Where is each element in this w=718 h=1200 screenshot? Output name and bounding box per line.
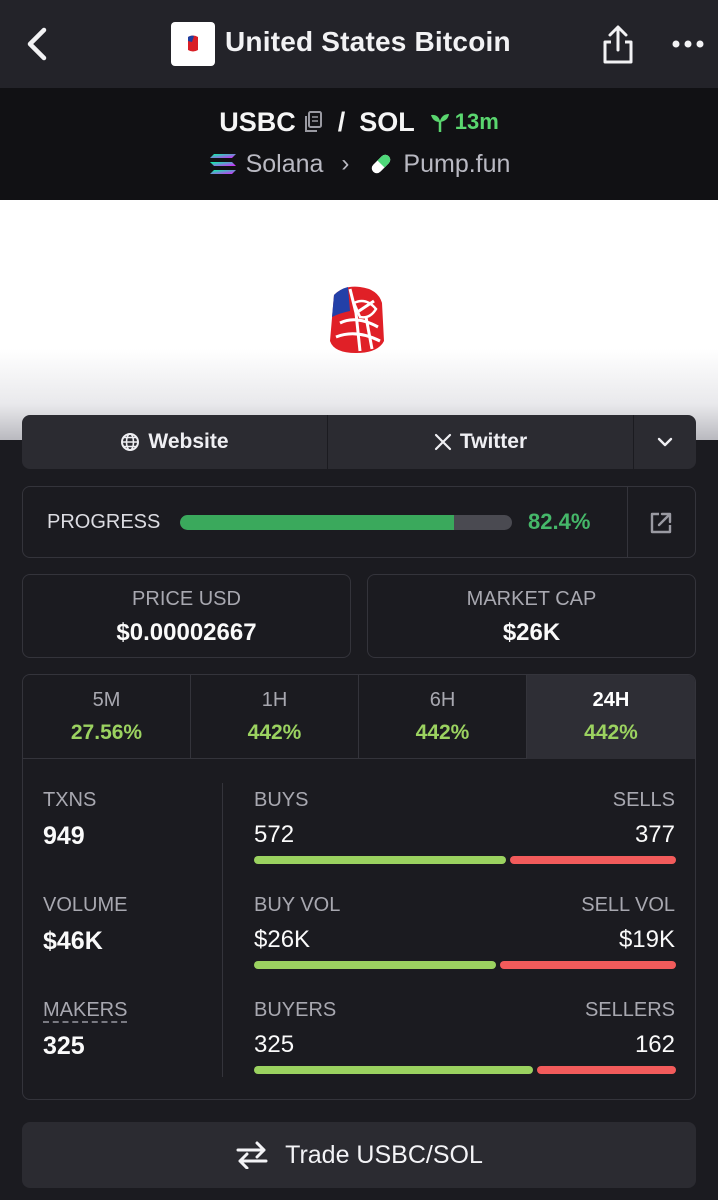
globe-icon: [121, 433, 140, 451]
website-button[interactable]: Website: [22, 415, 328, 469]
tab-24h[interactable]: 24H 442%: [527, 675, 695, 759]
sellers-label: SELLERS: [584, 999, 675, 1021]
dex-name[interactable]: Pump.fun: [403, 150, 510, 179]
market-cap-label: MARKET CAP: [466, 588, 597, 610]
sprout-icon: [430, 114, 449, 132]
token-banner-logo: [330, 286, 384, 353]
buyers-label: BUYERS: [254, 999, 337, 1021]
top-bar: United States Bitcoin: [0, 0, 718, 88]
token-logo-icon: [188, 35, 198, 52]
txns-label: TXNS: [43, 789, 97, 811]
share-icon: [603, 25, 633, 64]
sellers-value: 162: [634, 1031, 675, 1058]
more-links-dropdown[interactable]: [634, 415, 696, 469]
external-link-button[interactable]: [647, 509, 675, 537]
more-dots-icon: [672, 40, 704, 48]
sellers-bar-segment: [537, 1066, 676, 1074]
sell-vol-bar-segment: [500, 961, 676, 969]
sells-label: SELLS: [612, 789, 675, 811]
progress-divider: [627, 487, 628, 557]
market-cap-value: $26K: [502, 619, 561, 646]
txns-value: 949: [43, 822, 85, 850]
pair-age-text: 13m: [454, 109, 499, 134]
tab-label: 1H: [261, 689, 288, 711]
timeframe-tabs: 5M 27.56% 1H 442% 6H 442% 24H 442%: [23, 675, 695, 759]
buy-vol-value: $26K: [254, 926, 311, 953]
twitter-label: Twitter: [459, 430, 528, 453]
progress-value: 82.4%: [528, 509, 591, 534]
tab-change: 442%: [415, 721, 470, 744]
sells-value: 377: [634, 821, 675, 848]
chevron-right-icon: ›: [341, 150, 350, 177]
buys-label: BUYS: [254, 789, 309, 811]
chevron-left-icon: [27, 27, 47, 61]
sell-vol-label: SELL VOL: [581, 894, 675, 916]
chain-breadcrumb: Solana › Pump.fun: [0, 148, 718, 180]
market-cap-card: MARKET CAP $26K: [367, 574, 696, 658]
progress-track: [180, 515, 512, 530]
buy-vol-label: BUY VOL: [254, 894, 341, 916]
pair-quote-symbol: SOL: [359, 106, 415, 137]
makers-value: 325: [43, 1032, 85, 1060]
tab-label: 6H: [429, 689, 456, 711]
twitter-button[interactable]: Twitter: [328, 415, 634, 469]
bonding-progress-card: PROGRESS 82.4%: [22, 486, 696, 558]
buyers-value: 325: [254, 1031, 295, 1058]
pair-base-symbol: USBC: [219, 106, 296, 137]
tab-6h[interactable]: 6H 442%: [359, 675, 527, 759]
buyers-sellers-bar: [254, 1066, 676, 1074]
tab-5m[interactable]: 5M 27.56%: [23, 675, 191, 759]
x-logo-icon: [434, 433, 451, 451]
pair-separator: /: [337, 106, 346, 137]
tab-change: 27.56%: [70, 721, 143, 744]
token-banner: [0, 200, 718, 440]
swap-arrows-icon: [236, 1141, 268, 1169]
tab-change: 442%: [584, 721, 638, 744]
tab-label: 24H: [592, 689, 630, 711]
volume-label: VOLUME: [43, 894, 128, 916]
copy-icon[interactable]: [302, 110, 324, 134]
trading-stats-panel: 5M 27.56% 1H 442% 6H 442% 24H 442% TXNS …: [22, 674, 696, 1100]
token-logo: [171, 22, 215, 66]
external-link-icon: [650, 512, 672, 534]
solana-icon: [209, 154, 236, 174]
buys-value: 572: [254, 821, 295, 848]
trade-button[interactable]: Trade USBC/SOL: [22, 1122, 696, 1188]
pair-age: 13m: [429, 109, 499, 135]
social-links-bar: Website Twitter: [22, 415, 696, 469]
volume-split-bar: [254, 961, 676, 969]
tab-label: 5M: [92, 689, 121, 711]
volume-value: $46K: [43, 927, 103, 955]
progress-label: PROGRESS: [47, 511, 161, 533]
pair-header: USBC / SOL 13m Solana › Pump.fun: [0, 88, 718, 200]
back-button[interactable]: [22, 22, 52, 66]
progress-fill: [180, 515, 454, 530]
sells-bar-segment: [510, 856, 676, 864]
share-button[interactable]: [600, 22, 636, 66]
sell-vol-value: $19K: [618, 926, 675, 953]
price-usd-label: PRICE USD: [132, 588, 241, 610]
buys-bar-segment: [254, 856, 506, 864]
buy-vol-bar-segment: [254, 961, 496, 969]
makers-label[interactable]: MAKERS: [43, 999, 127, 1022]
tab-change: 442%: [247, 721, 302, 744]
pill-icon: [372, 154, 391, 174]
chain-name[interactable]: Solana: [246, 150, 324, 179]
token-title: United States Bitcoin: [225, 26, 511, 57]
price-usd-value: $0.00002667: [116, 619, 257, 646]
tab-1h[interactable]: 1H 442%: [191, 675, 359, 759]
chevron-down-icon: [657, 437, 673, 447]
buys-sells-bar: [254, 856, 676, 864]
trade-label: Trade USBC/SOL: [285, 1140, 483, 1169]
more-options-button[interactable]: [670, 32, 706, 56]
metrics-divider: [222, 783, 223, 1077]
website-label: Website: [148, 430, 229, 453]
pair-line: USBC / SOL 13m: [0, 104, 718, 140]
price-usd-card: PRICE USD $0.00002667: [22, 574, 351, 658]
buyers-bar-segment: [254, 1066, 533, 1074]
